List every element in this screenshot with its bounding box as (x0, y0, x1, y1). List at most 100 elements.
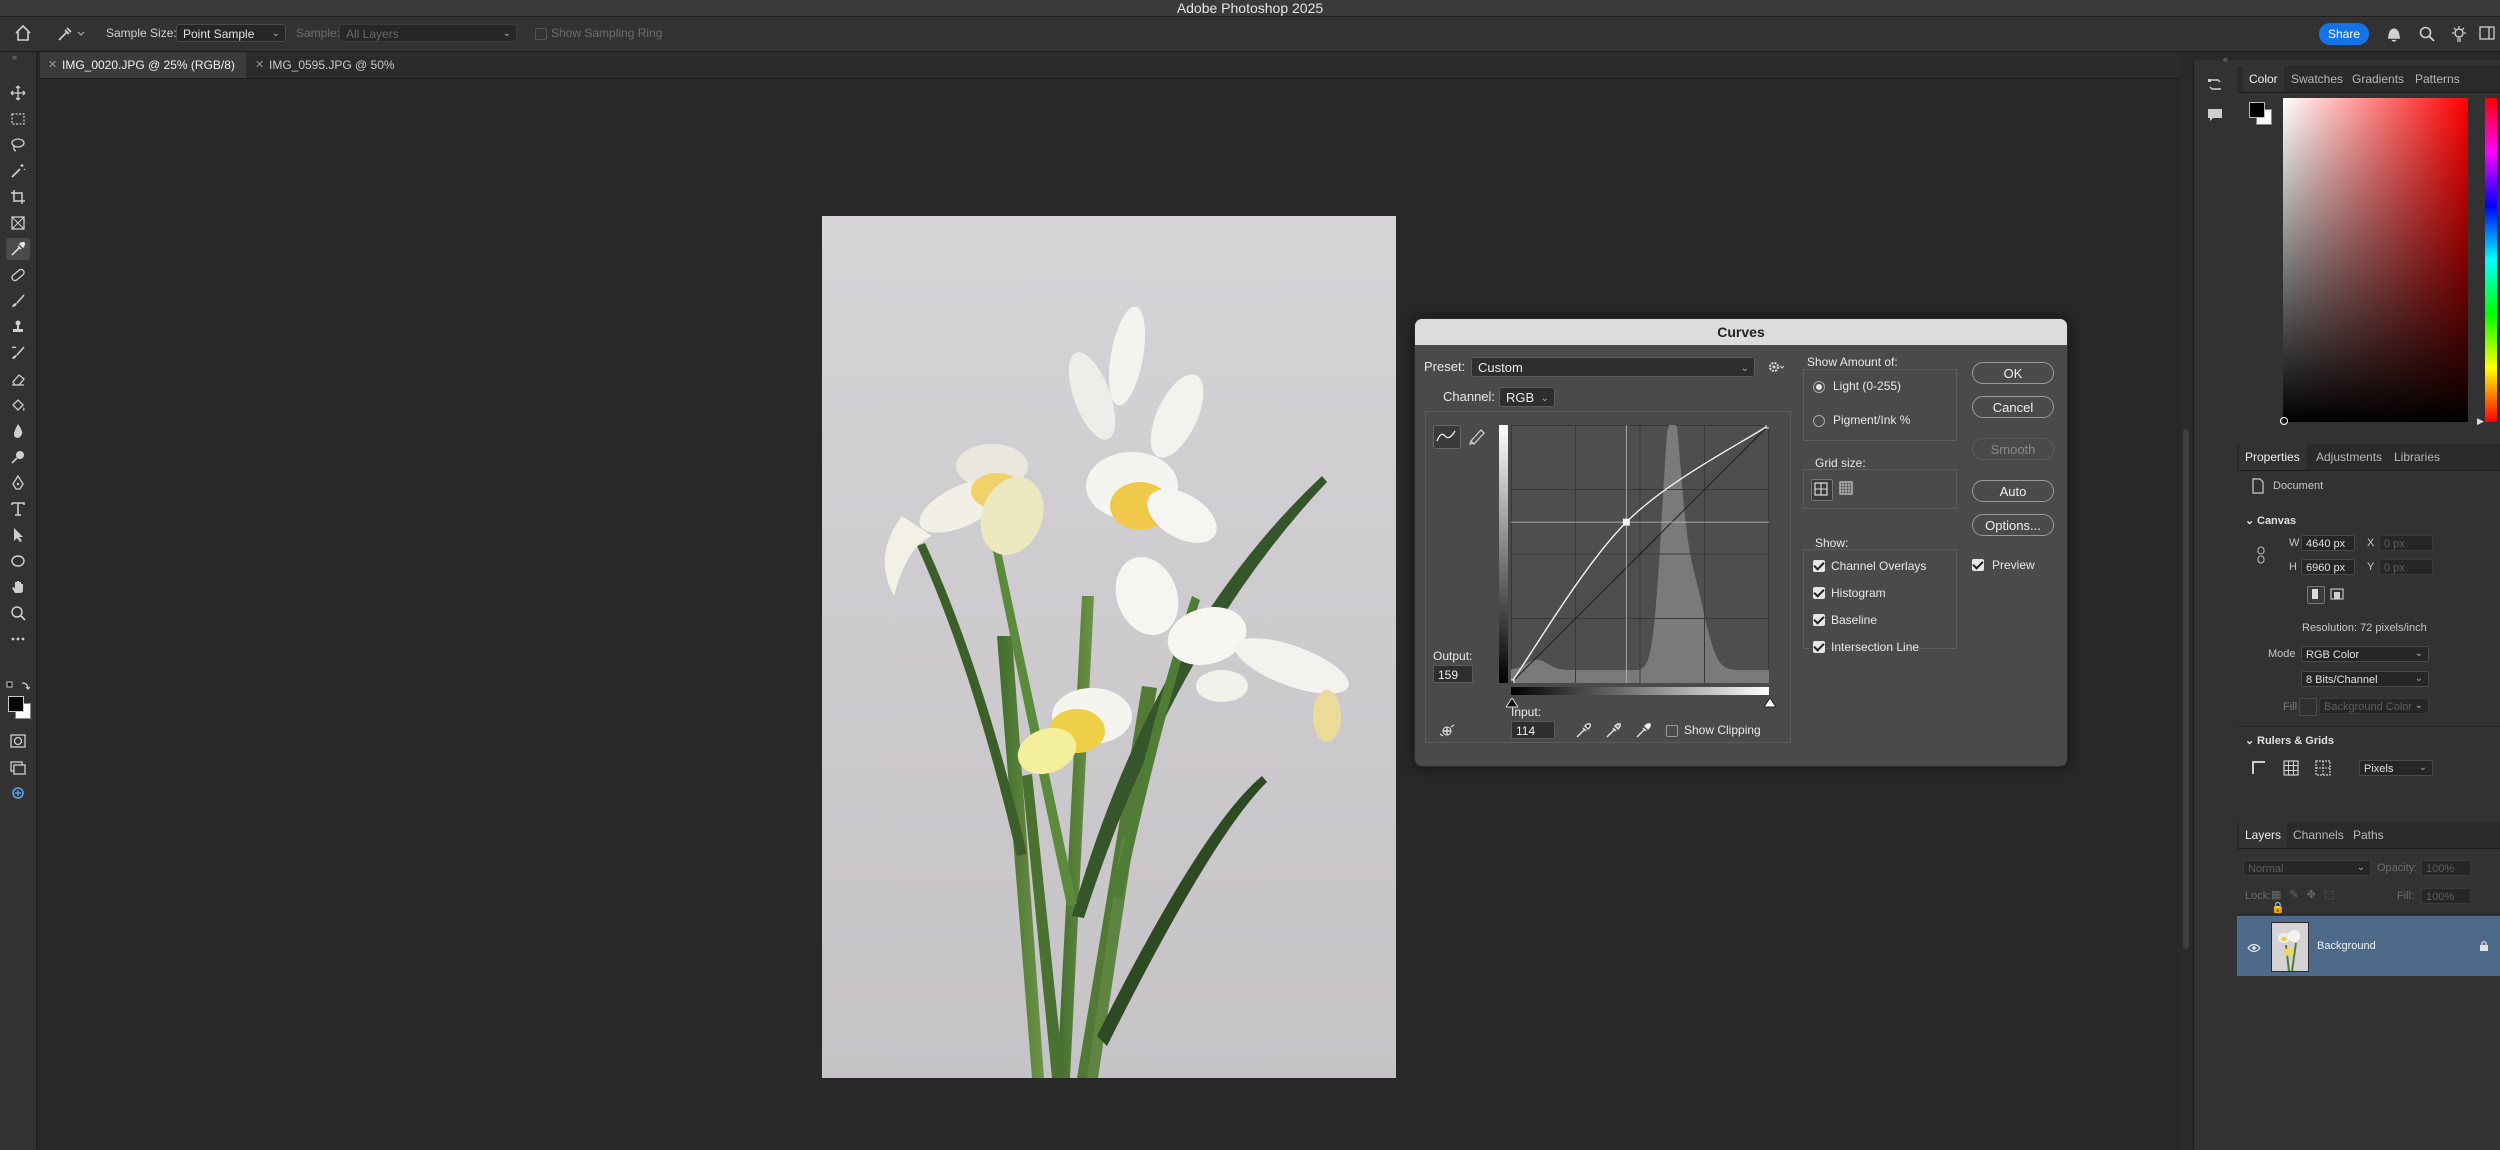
show-clipping-checkbox[interactable] (1666, 725, 1678, 737)
workspace-icon[interactable] (2479, 26, 2495, 43)
more-tools-icon[interactable] (6, 628, 30, 650)
home-icon[interactable] (14, 24, 34, 44)
share-button[interactable]: Share (2319, 23, 2369, 45)
black-eyedropper-icon[interactable] (1575, 721, 1593, 744)
portrait-orientation-icon[interactable] (2307, 586, 2325, 604)
tab-img-0595[interactable]: ✕ IMG_0595.JPG @ 50% (RGB/8) (247, 52, 447, 98)
zoom-tool-icon[interactable] (6, 602, 30, 624)
collapse-toolbar-icon[interactable]: » (12, 53, 24, 62)
ok-button[interactable]: OK (1972, 362, 2054, 384)
targeted-adjustment-icon[interactable] (1437, 723, 1457, 744)
eyedropper-tool-preset-icon[interactable] (56, 25, 86, 43)
tab-channels[interactable]: Channels (2287, 822, 2350, 848)
path-selection-tool-icon[interactable] (6, 524, 30, 546)
discover-icon[interactable] (2450, 25, 2468, 46)
shape-tool-icon[interactable] (6, 550, 30, 572)
expand-panels-icon[interactable]: « (2223, 54, 2228, 64)
sample-size-select[interactable]: Point Sample ⌄ (176, 24, 286, 42)
default-colors-icon[interactable] (6, 678, 31, 690)
tab-swatches[interactable]: Swatches (2285, 66, 2349, 92)
rulers-section-chevron-icon[interactable]: ⌄ (2245, 734, 2254, 747)
intersection-line-checkbox[interactable] (1813, 641, 1825, 653)
history-panel-icon[interactable] (2206, 76, 2224, 99)
screen-mode-icon[interactable] (6, 756, 30, 778)
grid-icon[interactable] (2283, 760, 2299, 781)
crop-tool-icon[interactable] (6, 186, 30, 208)
tab-layers[interactable]: Layers (2239, 822, 2288, 848)
tab-gradients[interactable]: Gradients (2346, 66, 2410, 92)
comments-panel-icon[interactable] (2206, 106, 2224, 129)
eraser-tool-icon[interactable] (6, 368, 30, 390)
hand-tool-icon[interactable] (6, 576, 30, 598)
tab-properties[interactable]: Properties (2239, 444, 2306, 470)
histogram-checkbox[interactable] (1813, 587, 1825, 599)
color-picker-field[interactable] (2280, 98, 2468, 425)
lasso-tool-icon[interactable] (6, 134, 30, 156)
preset-options-gear-icon[interactable] (1767, 359, 1785, 380)
curve-control-point[interactable] (1765, 425, 1769, 429)
canvas-width-field[interactable]: 4640 px (2301, 535, 2355, 551)
curves-graph[interactable] (1511, 425, 1769, 683)
pencil-draw-mode-icon[interactable] (1465, 425, 1491, 447)
eye-visibility-icon[interactable] (2247, 940, 2261, 958)
tab-paths[interactable]: Paths (2347, 822, 2390, 848)
channel-overlays-checkbox[interactable] (1813, 560, 1825, 572)
foreground-color-swatch[interactable] (8, 696, 24, 712)
canvas-height-field[interactable]: 6960 px (2301, 559, 2355, 575)
dodge-tool-icon[interactable] (6, 446, 30, 468)
quick-mask-icon[interactable] (6, 730, 30, 752)
landscape-orientation-icon[interactable] (2329, 586, 2345, 602)
marquee-tool-icon[interactable] (6, 108, 30, 130)
light-radio[interactable] (1813, 381, 1825, 393)
curve-control-point[interactable] (1622, 518, 1630, 526)
hue-slider[interactable] (2485, 98, 2497, 422)
mode-select[interactable]: RGB Color ⌄ (2301, 646, 2429, 662)
channel-select[interactable]: RGB ⌄ (1499, 387, 1555, 407)
auto-button[interactable]: Auto (1972, 480, 2054, 502)
gray-eyedropper-icon[interactable] (1605, 721, 1623, 744)
history-brush-tool-icon[interactable] (6, 342, 30, 364)
document-image[interactable] (822, 216, 1396, 1078)
lock-icon[interactable] (2479, 939, 2489, 957)
canvas-section-chevron-icon[interactable]: ⌄ (2245, 514, 2254, 527)
frame-tool-icon[interactable] (6, 212, 30, 234)
baseline-checkbox[interactable] (1813, 614, 1825, 626)
brush-tool-icon[interactable] (6, 290, 30, 312)
scroll-thumb[interactable] (2183, 429, 2189, 949)
preset-select[interactable]: Custom ⌄ (1471, 357, 1755, 377)
grid-simple-icon[interactable] (1811, 479, 1833, 501)
tab-img-0020[interactable]: ✕ IMG_0020.JPG @ 25% (RGB/8) * (40, 52, 246, 98)
tab-libraries[interactable]: Libraries (2388, 444, 2446, 470)
generative-fill-icon[interactable] (6, 782, 30, 804)
rulers-icon[interactable] (2251, 760, 2267, 781)
output-field[interactable]: 159 (1433, 665, 1473, 683)
pigment-radio[interactable] (1813, 415, 1825, 427)
tab-color[interactable]: Color (2243, 66, 2284, 92)
white-point-slider-icon[interactable] (1763, 695, 1777, 713)
close-icon[interactable]: ✕ (255, 52, 264, 78)
guides-icon[interactable] (2315, 760, 2331, 781)
eyedropper-tool-icon[interactable] (6, 238, 30, 260)
vertical-scrollbar[interactable] (2180, 79, 2192, 1150)
grid-detailed-icon[interactable] (1837, 479, 1857, 499)
preview-checkbox[interactable] (1972, 559, 1984, 571)
blur-tool-icon[interactable] (6, 420, 30, 442)
bell-icon[interactable] (2386, 25, 2402, 46)
clone-stamp-tool-icon[interactable] (6, 316, 30, 338)
search-icon[interactable] (2418, 25, 2436, 46)
close-icon[interactable]: ✕ (48, 52, 57, 78)
layer-row-background[interactable]: Background (2237, 916, 2500, 976)
cancel-button[interactable]: Cancel (1972, 396, 2054, 418)
tab-patterns[interactable]: Patterns (2409, 66, 2466, 92)
pen-tool-icon[interactable] (6, 472, 30, 494)
bit-depth-select[interactable]: 8 Bits/Channel ⌄ (2301, 671, 2429, 687)
healing-brush-tool-icon[interactable] (6, 264, 30, 286)
input-field[interactable]: 114 (1511, 721, 1555, 739)
units-select[interactable]: Pixels ⌄ (2359, 760, 2433, 776)
move-tool-icon[interactable] (6, 82, 30, 104)
curve-point-mode-icon[interactable] (1433, 425, 1461, 449)
magic-wand-tool-icon[interactable] (6, 160, 30, 182)
paint-bucket-tool-icon[interactable] (6, 394, 30, 416)
tab-adjustments[interactable]: Adjustments (2310, 444, 2388, 470)
link-dimensions-icon[interactable] (2257, 546, 2265, 569)
